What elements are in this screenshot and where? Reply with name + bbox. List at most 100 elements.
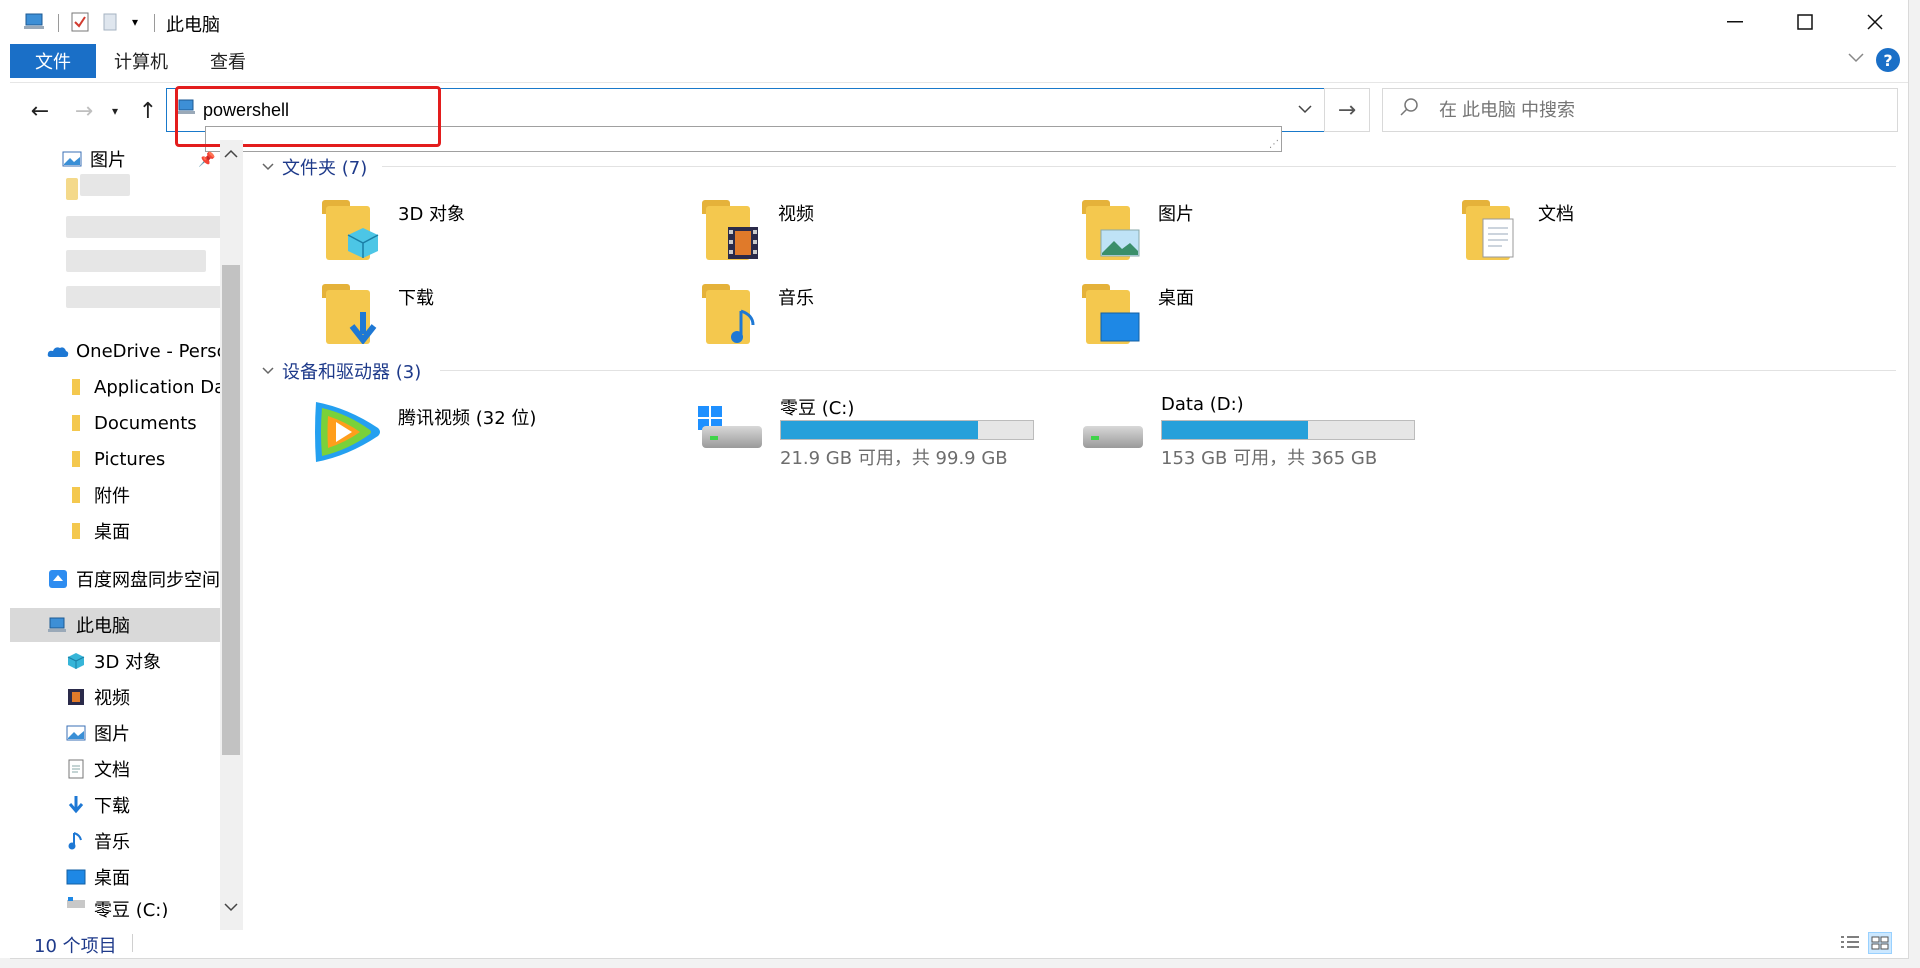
folder-pictures[interactable]: 图片 (1080, 196, 1440, 276)
sidebar-item-label: 桌面 (94, 522, 130, 543)
download-icon (64, 795, 88, 815)
sidebar-item-documents[interactable]: Documents (64, 406, 242, 440)
folder-icon (1080, 280, 1144, 348)
minimize-button[interactable] (1700, 0, 1770, 44)
sidebar-item-music[interactable]: 音乐 (64, 824, 242, 858)
group-divider (440, 370, 1896, 371)
folder-documents[interactable]: 文档 (1460, 196, 1820, 276)
device-drive-d[interactable]: Data (D:) 153 GB 可用，共 365 GB (1079, 394, 1459, 474)
folder-label: 文档 (1538, 204, 1574, 225)
folder-icon (1080, 196, 1144, 264)
blurred-item (66, 250, 206, 272)
address-history-dropdown-icon[interactable] (1298, 99, 1312, 118)
folder-downloads[interactable]: 下载 (320, 280, 680, 360)
sidebar-item-application-data[interactable]: Application Da (64, 370, 242, 404)
title-separator (58, 14, 59, 32)
sidebar-item-label: 附件 (94, 486, 130, 507)
properties-icon[interactable] (68, 10, 92, 34)
sidebar-item-label: 百度网盘同步空间 (76, 570, 220, 591)
document-icon (64, 759, 88, 779)
quick-access-dropdown-icon[interactable]: ▾ (126, 10, 144, 34)
help-icon[interactable]: ? (1876, 48, 1900, 72)
resize-grip-icon[interactable]: ⋰ (1269, 139, 1279, 150)
go-button[interactable]: → (1324, 88, 1370, 132)
folder-icon (320, 280, 384, 348)
folder-icon (64, 486, 88, 504)
explorer-window: ▾ 此电脑 文件 计算机 查看 ? ← → ▾ ↑ powershell ⋰ →… (10, 0, 1909, 959)
folder-videos[interactable]: 视频 (700, 196, 1060, 276)
folder-3d-objects[interactable]: 3D 对象 (320, 196, 680, 276)
computer-icon[interactable] (22, 10, 48, 34)
sidebar-item-onedrive[interactable]: OneDrive - Perso (46, 334, 242, 368)
search-box[interactable] (1382, 88, 1898, 132)
document-icon (1480, 218, 1516, 258)
up-button[interactable]: ↑ (134, 97, 162, 125)
title-bar: ▾ 此电脑 (10, 0, 1908, 44)
tab-computer[interactable]: 计算机 (114, 44, 168, 78)
device-drive-c[interactable]: 零豆 (C:) 21.9 GB 可用，共 99.9 GB (698, 394, 1078, 474)
title-separator-2 (154, 14, 155, 32)
video-icon (64, 688, 88, 706)
drive-usage-fill (781, 421, 978, 439)
new-folder-icon[interactable] (98, 10, 122, 34)
forward-button[interactable]: → (70, 97, 98, 125)
ribbon-expand-icon[interactable] (1848, 48, 1864, 67)
maximize-button[interactable] (1770, 0, 1840, 44)
folder-label: 图片 (1158, 204, 1194, 225)
desktop-icon (1100, 310, 1140, 344)
video-icon (726, 226, 760, 260)
blurred-item (80, 174, 130, 196)
folder-desktop[interactable]: 桌面 (1080, 280, 1440, 360)
sidebar-item-attachments[interactable]: 附件 (64, 478, 242, 512)
large-icons-view-icon[interactable] (1868, 932, 1892, 954)
folders-group-header[interactable]: 文件夹 (7) (262, 154, 367, 180)
sidebar-item-this-pc[interactable]: 此电脑 (10, 608, 220, 642)
windows-drive-icon (698, 406, 764, 452)
close-button[interactable] (1840, 0, 1908, 44)
sidebar-item-documents-pc[interactable]: 文档 (64, 752, 242, 786)
details-view-icon[interactable] (1838, 932, 1862, 954)
sidebar-item-label: 此电脑 (76, 616, 130, 637)
sidebar-item-label: 视频 (94, 688, 130, 709)
scroll-up-icon[interactable] (224, 146, 238, 162)
sidebar-item-label: 3D 对象 (94, 652, 162, 673)
sidebar-item-baidu-sync[interactable]: 百度网盘同步空间 (46, 562, 242, 596)
recent-locations-icon[interactable]: ▾ (106, 97, 124, 125)
sidebar-item-pictures-onedrive[interactable]: Pictures (64, 442, 242, 476)
pin-icon[interactable]: 📌 (198, 152, 215, 168)
scroll-down-icon[interactable] (224, 900, 238, 916)
sidebar-item-desktop-onedrive[interactable]: 桌面 (64, 514, 242, 548)
chevron-down-icon (262, 363, 274, 379)
sidebar-item-drive-c[interactable]: 零豆 (C:) (64, 896, 242, 918)
sidebar-item-videos[interactable]: 视频 (64, 680, 242, 714)
sidebar-item-label: 图片 (90, 150, 126, 171)
folder-music[interactable]: 音乐 (700, 280, 1060, 360)
folder-icon (64, 522, 88, 540)
onedrive-icon (46, 344, 70, 358)
search-input[interactable] (1439, 95, 1879, 125)
device-label: 零豆 (C:) (780, 398, 855, 419)
sidebar-item-label: 零豆 (C:) (94, 900, 169, 918)
tencent-video-icon (308, 396, 384, 468)
download-icon (346, 310, 380, 344)
sidebar-item-desktop-pc[interactable]: 桌面 (64, 860, 242, 894)
sidebar-item-label: OneDrive - Perso (76, 340, 228, 362)
sidebar-item-3d-objects[interactable]: 3D 对象 (64, 644, 242, 678)
navigation-pane: 图片 📌 OneDrive - Perso Application Da Doc… (10, 140, 242, 930)
devices-group-title: 设备和驱动器 (3) (282, 362, 422, 383)
pictures-icon (1100, 226, 1140, 260)
file-tab[interactable]: 文件 (10, 44, 96, 78)
folder-icon (64, 414, 88, 432)
device-tencent-video[interactable]: 腾讯视频 (32 位) (308, 396, 688, 476)
sidebar-scroll-thumb[interactable] (222, 265, 240, 755)
sidebar-item-downloads[interactable]: 下载 (64, 788, 242, 822)
folder-icon (1460, 196, 1524, 264)
sidebar-item-pictures-pc[interactable]: 图片 (64, 716, 242, 750)
devices-group-header[interactable]: 设备和驱动器 (3) (262, 358, 421, 384)
tab-view[interactable]: 查看 (210, 44, 246, 78)
ribbon-divider (10, 82, 1908, 83)
cube-icon (346, 226, 380, 260)
status-separator (132, 934, 133, 952)
back-button[interactable]: ← (26, 97, 54, 125)
folder-label: 3D 对象 (398, 204, 466, 225)
